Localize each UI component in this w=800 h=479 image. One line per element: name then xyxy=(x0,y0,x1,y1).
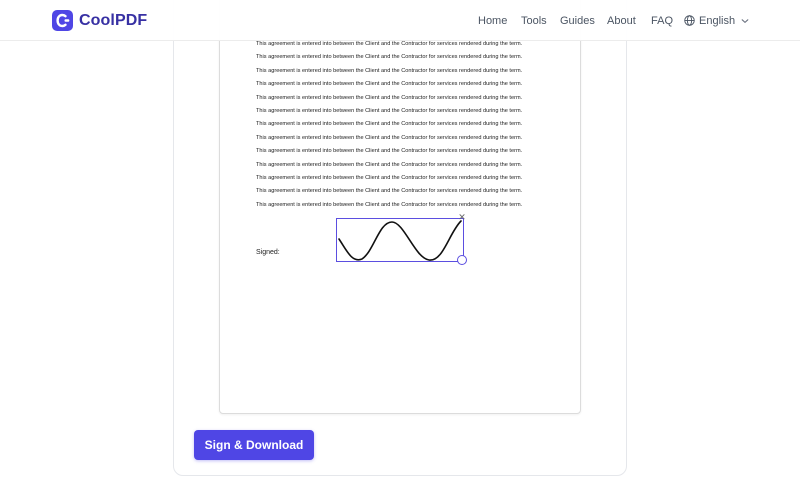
top-navbar: CoolPDF Home Tools Guides About FAQ Engl… xyxy=(0,0,800,41)
document-line: This agreement is entered into between t… xyxy=(256,148,523,155)
nav-home[interactable]: Home xyxy=(478,0,507,41)
document-line: This agreement is entered into between t… xyxy=(256,134,523,141)
chevron-down-icon xyxy=(741,18,749,23)
coolpdf-logo-icon xyxy=(52,10,73,31)
brand-logo[interactable]: CoolPDF xyxy=(52,10,147,31)
sign-and-download-button[interactable]: Sign & Download xyxy=(194,430,314,460)
nav-about[interactable]: About xyxy=(607,0,636,41)
document-line: This agreement is entered into between t… xyxy=(256,188,523,195)
nav-guides[interactable]: Guides xyxy=(560,0,595,41)
document-line: This agreement is entered into between t… xyxy=(256,107,523,114)
language-label: English xyxy=(699,14,736,27)
signature-resize-handle[interactable] xyxy=(457,255,467,265)
signature-box[interactable] xyxy=(336,218,464,262)
document-line: This agreement is entered into between t… xyxy=(256,67,523,74)
signed-label: Signed: xyxy=(256,249,280,256)
document-line: This agreement is entered into between t… xyxy=(256,174,523,181)
signature-close-icon[interactable]: ✕ xyxy=(457,213,467,223)
document-line: This agreement is entered into between t… xyxy=(256,201,523,208)
signature-stroke xyxy=(338,220,462,261)
document-text: This agreement is entered into between t… xyxy=(256,38,556,212)
document-line: This agreement is entered into between t… xyxy=(256,161,523,168)
document-line: This agreement is entered into between t… xyxy=(256,94,523,101)
document-line: This agreement is entered into between t… xyxy=(256,121,523,128)
page: This agreement is entered into between t… xyxy=(0,0,800,479)
language-selector[interactable]: English xyxy=(684,0,749,41)
globe-icon xyxy=(684,15,695,26)
brand-name: CoolPDF xyxy=(79,11,148,29)
document-line: This agreement is entered into between t… xyxy=(256,81,523,88)
nav-faq[interactable]: FAQ xyxy=(651,0,673,41)
nav-tools[interactable]: Tools xyxy=(521,0,547,41)
document-line: This agreement is entered into between t… xyxy=(256,54,523,61)
